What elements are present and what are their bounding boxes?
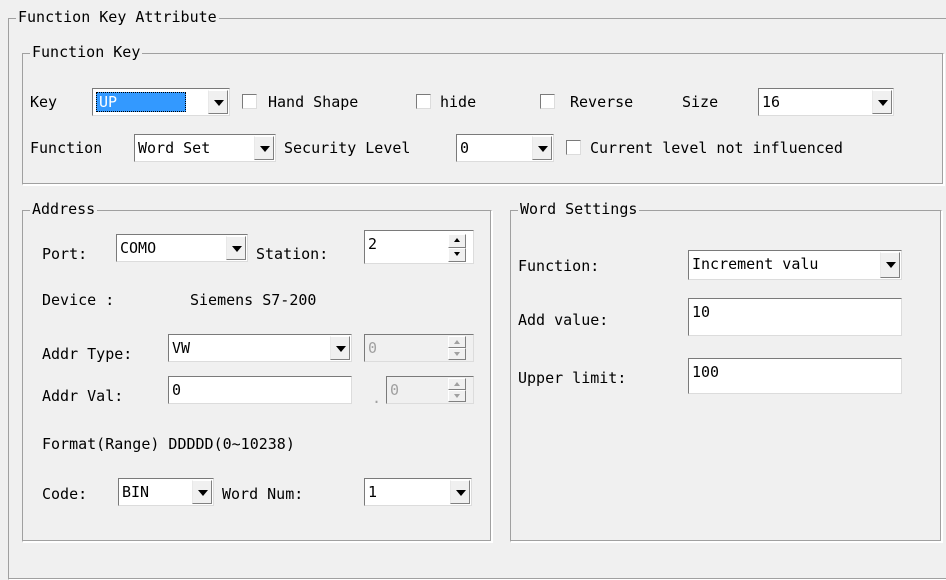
upper-limit-value: 100 [692, 363, 720, 381]
chevron-down-icon[interactable] [330, 336, 350, 360]
spin-up-icon [448, 378, 466, 390]
code-select[interactable]: BIN [118, 478, 214, 506]
ws-function-select[interactable]: Increment valu [688, 250, 902, 280]
code-value: BIN [122, 483, 150, 501]
key-select[interactable]: UP [92, 88, 230, 116]
hide-label: hide [440, 93, 477, 111]
function-label: Function [30, 139, 103, 157]
format-range-text: Format(Range) DDDDD(0~10238) [42, 435, 295, 453]
upper-limit-input[interactable]: 100 [688, 358, 902, 394]
addr-val-value: 0 [172, 381, 182, 399]
address-title: Address [30, 200, 98, 218]
current-level-label: Current level not influenced [590, 139, 843, 157]
spin-up-icon[interactable] [448, 234, 466, 248]
function-key-attribute-title: Function Key Attribute [16, 8, 219, 26]
chevron-down-icon[interactable] [450, 480, 470, 504]
size-value: 16 [762, 93, 781, 111]
chevron-down-icon[interactable] [872, 90, 892, 114]
chevron-down-icon[interactable] [880, 252, 900, 278]
addr-val-spinner [448, 378, 466, 402]
device-label: Device : [42, 291, 115, 309]
security-level-value: 0 [460, 139, 470, 157]
word-num-value: 1 [368, 483, 378, 501]
ws-function-label: Function: [518, 257, 600, 275]
add-value-value: 10 [692, 303, 711, 321]
spin-up-icon [448, 336, 466, 348]
port-label: Port: [42, 245, 88, 263]
port-select[interactable]: COMO [116, 234, 248, 262]
addr-type-spinner [448, 336, 466, 360]
chevron-down-icon[interactable] [226, 236, 246, 260]
add-value-label: Add value: [518, 311, 609, 329]
word-num-select[interactable]: 1 [364, 478, 472, 506]
size-label: Size [682, 93, 719, 111]
device-value: Siemens S7-200 [190, 291, 317, 309]
hand-shape-checkbox[interactable] [242, 94, 257, 109]
key-value: UP [99, 93, 118, 111]
chevron-down-icon[interactable] [192, 480, 212, 504]
addr-type-label: Addr Type: [42, 345, 133, 363]
station-value: 2 [368, 235, 378, 253]
addr-type-spin-value: 0 [368, 339, 378, 357]
word-num-label: Word Num: [222, 485, 304, 503]
function-key-group [22, 53, 944, 185]
word-settings-title: Word Settings [518, 200, 640, 218]
addr-type-value: VW [172, 339, 191, 357]
hand-shape-label: Hand Shape [268, 93, 359, 111]
spin-down-icon [448, 390, 466, 402]
size-select[interactable]: 16 [758, 88, 894, 116]
hide-checkbox[interactable] [416, 94, 431, 109]
function-value: Word Set [138, 139, 211, 157]
station-spinner[interactable] [448, 234, 466, 262]
reverse-checkbox[interactable] [540, 94, 555, 109]
reverse-label: Reverse [570, 93, 634, 111]
security-level-select[interactable]: 0 [456, 134, 554, 162]
addr-val-spin-value: 0 [390, 381, 400, 399]
code-label: Code: [42, 485, 88, 503]
addr-val-label: Addr Val: [42, 387, 124, 405]
current-level-checkbox[interactable] [566, 140, 581, 155]
upper-limit-label: Upper limit: [518, 369, 627, 387]
add-value-input[interactable]: 10 [688, 298, 902, 336]
chevron-down-icon[interactable] [254, 136, 274, 160]
addr-type-select[interactable]: VW [168, 334, 352, 362]
chevron-down-icon[interactable] [532, 136, 552, 160]
port-value: COMO [120, 239, 157, 257]
spin-down-icon [448, 348, 466, 360]
ws-function-value: Increment valu [692, 255, 819, 273]
security-level-label: Security Level [284, 139, 411, 157]
addr-val-input[interactable]: 0 [168, 376, 352, 404]
function-key-title: Function Key [30, 43, 143, 61]
chevron-down-icon[interactable] [208, 90, 228, 114]
key-label: Key [30, 93, 58, 111]
spin-down-icon[interactable] [448, 248, 466, 262]
function-select[interactable]: Word Set [134, 134, 276, 162]
addr-val-dot: . [372, 389, 382, 407]
station-label: Station: [256, 245, 329, 263]
